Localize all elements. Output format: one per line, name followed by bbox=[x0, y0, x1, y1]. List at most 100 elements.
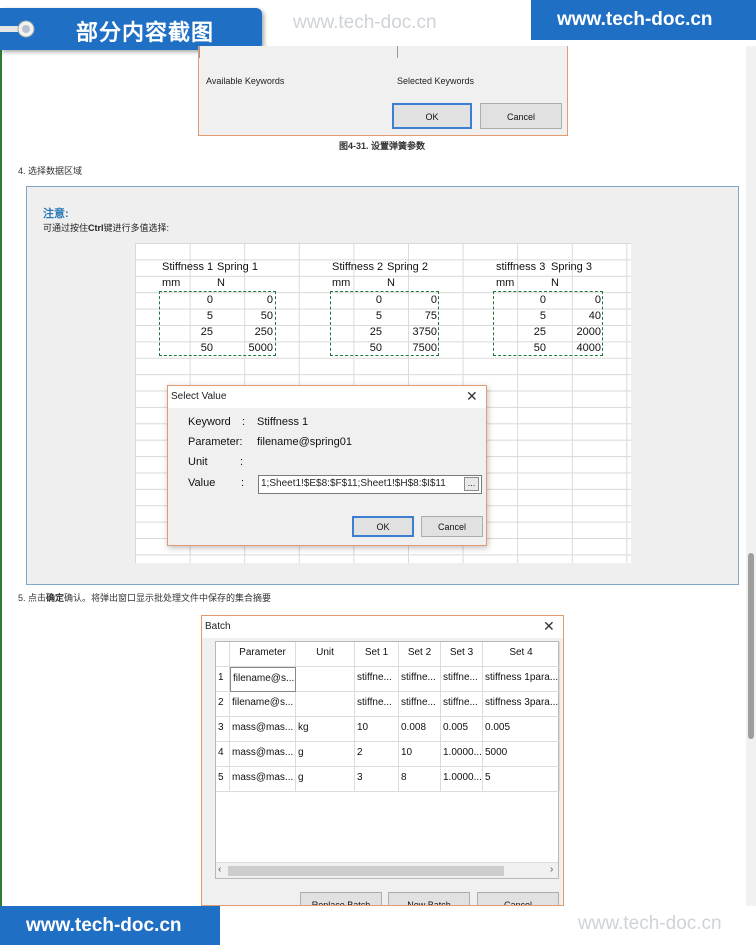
step-5-post: 确认。将弹出窗口显示批处理文件中保存的集合摘要 bbox=[64, 593, 272, 603]
sheet-cell[interactable]: 50 bbox=[332, 342, 382, 354]
sheet-unit[interactable]: N bbox=[551, 277, 559, 289]
table-cell[interactable]: 1.0000... bbox=[441, 742, 483, 767]
table-cell[interactable]: mass@mas... bbox=[230, 767, 296, 792]
table-cell[interactable]: stiffness 1para... bbox=[483, 667, 560, 692]
table-cell[interactable]: filename@s... bbox=[230, 692, 296, 717]
list-border-left bbox=[199, 46, 200, 58]
sheet-cell[interactable]: 50 bbox=[496, 342, 546, 354]
cancel-button[interactable]: Cancel bbox=[477, 892, 559, 905]
sheet-cell[interactable]: 5 bbox=[332, 310, 382, 322]
sheet-unit[interactable]: N bbox=[217, 277, 225, 289]
scrollbar-thumb[interactable] bbox=[748, 553, 754, 739]
sheet-header[interactable]: Stiffness 1 bbox=[162, 261, 213, 273]
sheet-header[interactable]: Spring 2 bbox=[387, 261, 428, 273]
new-batch-button[interactable]: New Batch bbox=[388, 892, 470, 905]
table-cell[interactable]: 2 bbox=[355, 742, 399, 767]
scroll-left-icon[interactable]: ‹ bbox=[218, 864, 221, 875]
sheet-cell[interactable]: 4000 bbox=[551, 342, 601, 354]
sheet-cell[interactable]: 40 bbox=[551, 310, 601, 322]
table-cell[interactable]: g bbox=[296, 742, 355, 767]
table-cell[interactable]: stiffne... bbox=[399, 667, 441, 692]
table-cell[interactable]: filename@s... bbox=[230, 667, 296, 692]
sheet-cell[interactable]: 7500 bbox=[387, 342, 437, 354]
available-keywords-label: Available Keywords bbox=[206, 76, 285, 86]
sheet-cell[interactable]: 0 bbox=[387, 294, 437, 306]
list-border-right bbox=[397, 46, 398, 58]
sheet-cell[interactable]: 0 bbox=[163, 294, 213, 306]
sheet-cell[interactable]: 25 bbox=[163, 326, 213, 338]
value-input[interactable]: 1;Sheet1!$E$8:$F$11;Sheet1!$H$8:$I$11 bbox=[258, 475, 482, 494]
browse-button[interactable]: ... bbox=[464, 477, 479, 491]
sheet-header[interactable]: Spring 3 bbox=[551, 261, 592, 273]
sheet-header[interactable]: stiffness 3 bbox=[496, 261, 545, 273]
table-cell[interactable]: 10 bbox=[399, 742, 441, 767]
sheet-cell[interactable]: 250 bbox=[223, 326, 273, 338]
vertical-scrollbar[interactable] bbox=[746, 46, 756, 906]
brand-link-top[interactable]: www.tech-doc.cn bbox=[531, 0, 756, 40]
grid-header[interactable]: Set 4 bbox=[483, 642, 560, 667]
table-cell[interactable]: stiffne... bbox=[441, 667, 483, 692]
sheet-cell[interactable]: 2000 bbox=[551, 326, 601, 338]
table-cell[interactable]: 1.0000... bbox=[441, 767, 483, 792]
cancel-button[interactable]: Cancel bbox=[421, 516, 483, 537]
table-cell[interactable]: stiffness 3para... bbox=[483, 692, 560, 717]
ok-button[interactable]: OK bbox=[392, 103, 472, 129]
note-text-post: 键进行多值选择: bbox=[103, 223, 170, 233]
table-cell[interactable]: 5000 bbox=[483, 742, 560, 767]
table-cell[interactable]: g bbox=[296, 767, 355, 792]
sheet-unit[interactable]: N bbox=[387, 277, 395, 289]
replace-batch-button[interactable]: Replace Batch bbox=[300, 892, 382, 905]
grid-header[interactable]: Set 1 bbox=[355, 642, 399, 667]
sheet-header[interactable]: Stiffness 2 bbox=[332, 261, 383, 273]
sheet-unit[interactable]: mm bbox=[496, 277, 514, 289]
row-number: 5 bbox=[216, 767, 230, 792]
table-cell[interactable]: mass@mas... bbox=[230, 717, 296, 742]
sheet-cell[interactable]: 5 bbox=[496, 310, 546, 322]
close-icon[interactable]: ✕ bbox=[466, 388, 478, 405]
grid-header[interactable]: Parameter bbox=[230, 642, 296, 667]
table-cell[interactable]: mass@mas... bbox=[230, 742, 296, 767]
horizontal-scrollbar[interactable]: ‹ › bbox=[216, 862, 558, 878]
sheet-cell[interactable]: 0 bbox=[551, 294, 601, 306]
sheet-unit[interactable]: mm bbox=[162, 277, 180, 289]
sheet-cell[interactable]: 75 bbox=[387, 310, 437, 322]
table-cell[interactable]: stiffne... bbox=[399, 692, 441, 717]
table-cell[interactable]: stiffne... bbox=[355, 692, 399, 717]
grid-header[interactable]: Unit bbox=[296, 642, 355, 667]
table-cell[interactable] bbox=[296, 667, 355, 692]
table-cell[interactable]: stiffne... bbox=[355, 667, 399, 692]
sheet-cell[interactable]: 3750 bbox=[387, 326, 437, 338]
table-cell[interactable]: 0.005 bbox=[483, 717, 560, 742]
table-cell[interactable]: 3 bbox=[355, 767, 399, 792]
sheet-cell[interactable]: 5 bbox=[163, 310, 213, 322]
table-cell[interactable]: 10 bbox=[355, 717, 399, 742]
sheet-cell[interactable]: 5000 bbox=[223, 342, 273, 354]
table-cell[interactable]: 0.005 bbox=[441, 717, 483, 742]
cancel-button[interactable]: Cancel bbox=[480, 103, 562, 129]
close-icon[interactable]: ✕ bbox=[543, 618, 555, 635]
scrollbar-thumb[interactable] bbox=[228, 866, 504, 876]
sheet-cell[interactable]: 25 bbox=[332, 326, 382, 338]
sheet-cell[interactable]: 25 bbox=[496, 326, 546, 338]
table-cell[interactable]: stiffne... bbox=[441, 692, 483, 717]
table-cell[interactable]: 8 bbox=[399, 767, 441, 792]
table-cell[interactable]: 0.008 bbox=[399, 717, 441, 742]
table-cell[interactable]: 5 bbox=[483, 767, 560, 792]
select-value-dialog: Select Value ✕ Keyword : Stiffness 1 Par… bbox=[167, 385, 487, 546]
ok-button[interactable]: OK bbox=[352, 516, 414, 537]
grid-header[interactable]: Set 2 bbox=[399, 642, 441, 667]
batch-grid[interactable]: Parameter Unit Set 1 Set 2 Set 3 Set 4 1… bbox=[215, 641, 560, 879]
sheet-unit[interactable]: mm bbox=[332, 277, 350, 289]
table-cell[interactable]: kg bbox=[296, 717, 355, 742]
step-5-bold: 确定 bbox=[46, 593, 65, 603]
sheet-header[interactable]: Spring 1 bbox=[217, 261, 258, 273]
sheet-cell[interactable]: 0 bbox=[496, 294, 546, 306]
sheet-cell[interactable]: 0 bbox=[332, 294, 382, 306]
brand-link-bottom[interactable]: www.tech-doc.cn bbox=[0, 906, 220, 945]
sheet-cell[interactable]: 0 bbox=[223, 294, 273, 306]
sheet-cell[interactable]: 50 bbox=[223, 310, 273, 322]
table-cell[interactable] bbox=[296, 692, 355, 717]
grid-header[interactable]: Set 3 bbox=[441, 642, 483, 667]
sheet-cell[interactable]: 50 bbox=[163, 342, 213, 354]
scroll-right-icon[interactable]: › bbox=[550, 864, 553, 875]
